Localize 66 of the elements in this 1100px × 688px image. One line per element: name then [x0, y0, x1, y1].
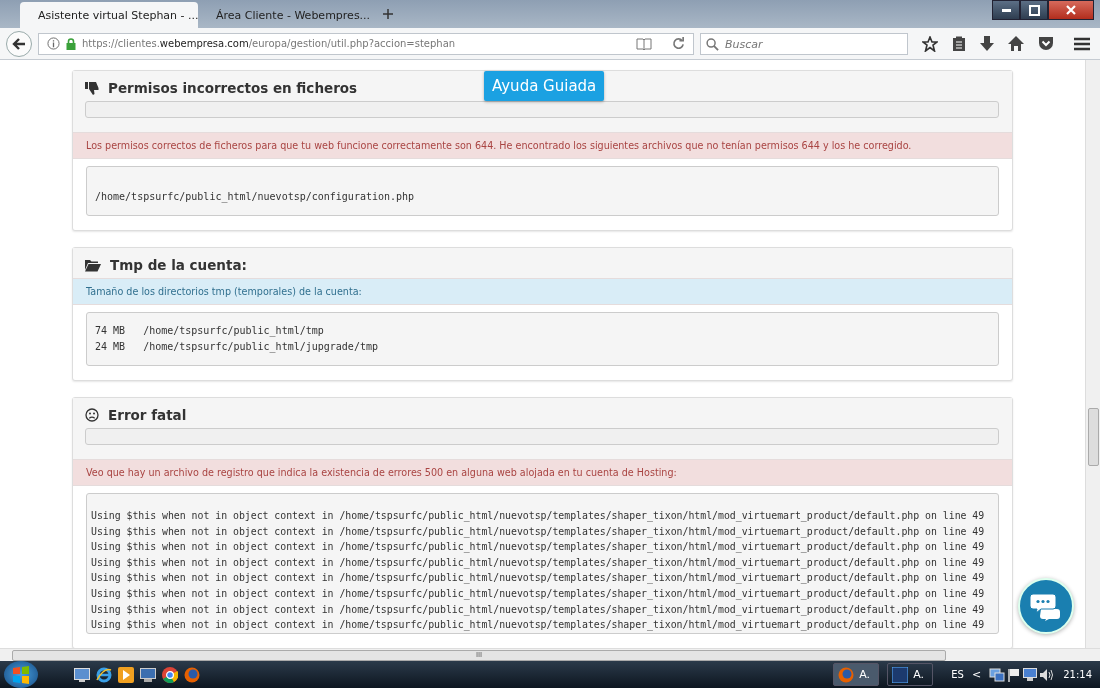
chat-bubbles-icon: [1029, 591, 1063, 621]
reload-icon[interactable]: [672, 37, 685, 50]
panel-title: Tmp de la cuenta:: [110, 257, 247, 273]
monitor-icon[interactable]: [140, 667, 156, 682]
browser-tab[interactable]: Asistente virtual Stephan - ...: [20, 2, 198, 28]
alert-message: Veo que hay un archivo de registro que indica la existencia de errores 500 en alguna web alojada en tu cuenta de Hosting:: [73, 459, 1012, 486]
menu-icon[interactable]: [1074, 36, 1090, 51]
taskbar-window[interactable]: A.: [833, 663, 880, 686]
thumbs-down-icon: [85, 81, 99, 95]
code-line: Using $this when not in object context in /home/tspsurfc/public_html/nuevotsp/templates/shaper_tixon/html/mod_virtuemart_product/default.php on line 49: [91, 555, 986, 571]
search-field[interactable]: Buscar: [700, 33, 908, 55]
language-indicator[interactable]: ES: [951, 669, 964, 680]
chat-button[interactable]: [1018, 578, 1074, 634]
code-line: Using $this when not in object context in /home/tspsurfc/public_html/nuevotsp/templates/shaper_tixon/html/mod_virtuemart_product/default.php on line 49: [91, 524, 986, 540]
clock: 21:14: [1063, 669, 1092, 680]
chrome-icon[interactable]: [162, 666, 178, 683]
taskbar-window[interactable]: A.: [887, 663, 934, 686]
alert-message: Tamaño de los directorios tmp (temporales) de la cuenta:: [73, 278, 1012, 305]
folder-icon: [85, 258, 101, 272]
firefox-icon[interactable]: [184, 666, 200, 683]
clipboard-icon[interactable]: [952, 35, 966, 52]
code-line: Using $this when not in object context in /home/tspsurfc/public_html/nuevotsp/templates/shaper_tixon/html/mod_virtuemart_product/default.php on line 49: [91, 602, 986, 618]
code-line: Using $this when not in object context in /home/tspsurfc/public_html/nuevotsp/templates/shaper_tixon/html/mod_virtuemart_product/default.php on line 49: [91, 571, 986, 586]
close-button[interactable]: [1048, 0, 1094, 20]
code-line: Using $this when not in object context in /home/tspsurfc/public_html/nuevotsp/templates/shaper_tixon/html/mod_virtuemart_product/default.php on line 49: [91, 540, 986, 555]
tab-title: Área Cliente - Webempres...: [216, 8, 371, 22]
monitor-icon[interactable]: [1023, 667, 1038, 682]
media-player-icon[interactable]: [118, 666, 134, 683]
vertical-scrollbar[interactable]: [1085, 60, 1100, 648]
desktop-icon[interactable]: [74, 667, 90, 682]
code-line: Using $this when not in object context in /home/tspsurfc/public_html/nuevotsp/templates/shaper_tixon/html/mod_virtuemart_product/default.php on line 49: [91, 618, 986, 633]
back-button[interactable]: [6, 30, 32, 57]
url-text: https://clientes.webempresa.com/europa/gestion/util.php?accion=stephan: [82, 38, 457, 49]
code-line: 24 MB /home/tspsurfc/public_html/jupgrade/tmp: [95, 340, 379, 355]
tab-title: Asistente virtual Stephan - ...: [38, 8, 199, 22]
star-icon[interactable]: [922, 35, 938, 52]
minimize-button[interactable]: [992, 0, 1020, 20]
lock-icon: [66, 37, 76, 50]
panel-title: Error fatal: [108, 407, 187, 423]
browser-tab[interactable]: Área Cliente - Webempres...: [198, 2, 376, 28]
panel-title: Permisos incorrectos en ficheros: [108, 80, 358, 96]
address-bar[interactable]: https://clientes.webempresa.com/europa/gestion/util.php?accion=stephan: [38, 32, 694, 55]
info-icon[interactable]: [47, 37, 60, 50]
windows-logo-icon: [11, 664, 31, 685]
sad-face-icon: [85, 408, 99, 422]
firefox-icon: [838, 666, 855, 683]
tray-expand-button[interactable]: <: [971, 668, 982, 681]
back-arrow-icon: [12, 36, 26, 51]
code-line: Using $this when not in object context in /home/tspsurfc/public_html/nuevotsp/templates/shaper_tixon/html/mod_virtuemart_product/default.php on line 49: [91, 586, 986, 602]
start-button[interactable]: [4, 661, 38, 688]
pocket-icon[interactable]: [1038, 36, 1054, 51]
close-icon: [1066, 5, 1076, 15]
volume-icon[interactable]: [1039, 667, 1056, 682]
internet-explorer-icon[interactable]: [96, 666, 112, 683]
restore-button[interactable]: [1020, 0, 1048, 20]
alert-message: Los permisos correctos de ficheros para que tu web funcione correctamente son 644. He encontrado los siguientes archivos que no tenían permisos 644 y los he corregido.: [73, 132, 1012, 159]
code-line: 74 MB /home/tspsurfc/public_html/tmp: [95, 324, 325, 339]
reader-view-icon[interactable]: [636, 37, 652, 50]
flag-icon[interactable]: [1007, 667, 1022, 682]
code-line: Using $this when not in object context in /home/tspsurfc/public_html/nuevotsp/templates/shaper_tixon/html/mod_virtuemart_product/default.php on line 49: [91, 509, 986, 524]
download-icon[interactable]: [980, 35, 994, 52]
home-icon[interactable]: [1008, 36, 1024, 51]
network-icon[interactable]: [989, 667, 1006, 682]
code-line: /home/tspsurfc/public_html/nuevotsp/configuration.php: [95, 190, 416, 205]
photoshop-icon: [892, 666, 909, 683]
new-tab-icon[interactable]: [382, 8, 394, 20]
